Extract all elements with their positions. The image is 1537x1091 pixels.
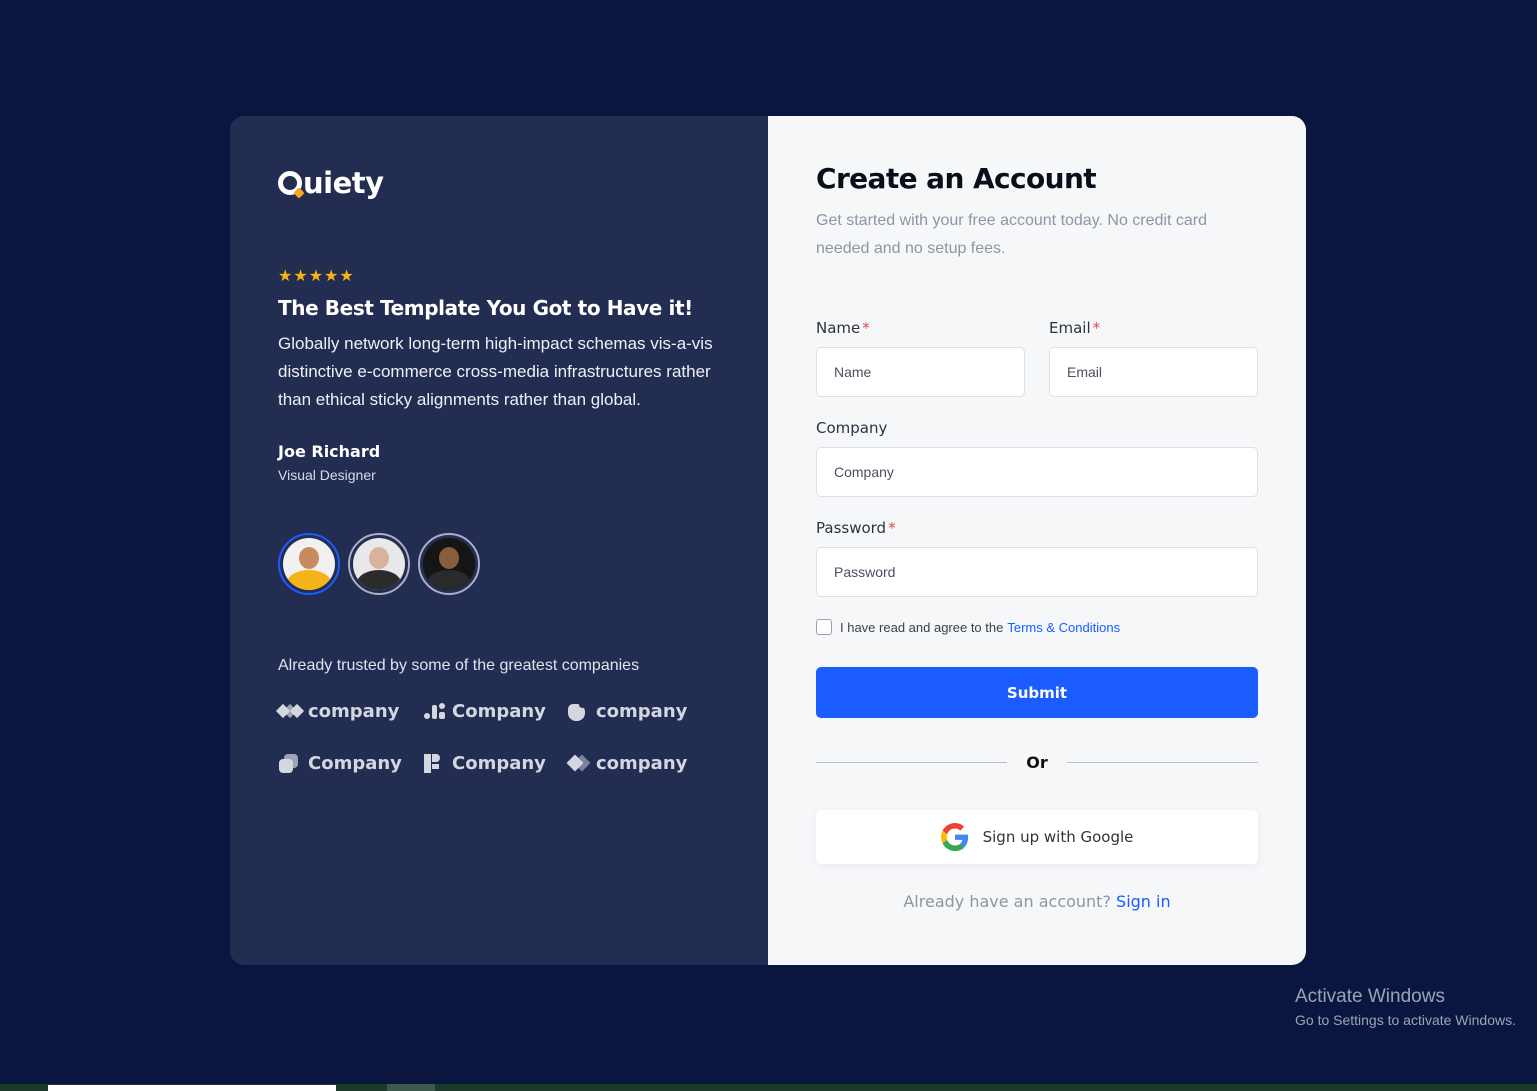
watermark-subtitle: Go to Settings to activate Windows. [1295,1012,1516,1028]
submit-button[interactable]: Submit [816,667,1258,718]
or-label: Or [1026,753,1048,772]
company-logo-1: company [275,699,422,723]
taskbar-item[interactable] [48,1085,336,1091]
brand-logo[interactable]: uiety [278,166,720,200]
testimonial-title: The Best Template You Got to Have it! [278,296,693,320]
google-button-label: Sign up with Google [982,828,1134,846]
avatar-1[interactable] [278,533,340,595]
testimonial-text: Globally network long-term high-impact s… [278,334,713,409]
brand-name: uiety [303,166,384,200]
password-input[interactable] [816,547,1258,597]
terms-row: I have read and agree to the Terms & Con… [816,619,1258,635]
company-label: Company [816,419,888,437]
dots-bars-icon [422,701,446,721]
rating-stars: ★★★★★ [278,268,355,285]
avatar-2[interactable] [348,533,410,595]
google-icon [940,823,968,851]
avatar-photo [423,538,475,590]
avatar-switcher [278,533,720,595]
company-name: company [596,700,688,722]
taskbar [0,1084,1537,1091]
company-logo-4: Company [278,751,422,775]
company-logo-6: company [566,751,696,775]
company-name: Company [452,700,546,722]
divider-line [1067,762,1258,763]
windows-watermark: Activate Windows Go to Settings to activ… [1295,986,1516,1028]
email-field-group: Email * [1049,319,1258,397]
or-divider: Or [816,753,1258,772]
email-input[interactable] [1049,347,1258,397]
signup-form-panel: Create an Account Get started with your … [768,116,1306,965]
email-label: Email * [1049,319,1101,337]
name-input[interactable] [816,347,1025,397]
stacked-square-icon [278,753,302,773]
terms-checkbox[interactable] [816,619,832,635]
form-title: Create an Account [816,162,1097,195]
diamond-link-icon [275,701,305,721]
name-label: Name * [816,319,870,337]
password-label: Password * [816,519,896,537]
testimonial-panel: uiety ★★★★★ The Best Template You Got to… [230,116,768,965]
company-input[interactable] [816,447,1258,497]
company-name: company [308,700,400,722]
company-logo-3: company [566,699,696,723]
company-logos: company Company company Company Company … [275,699,720,775]
company-name: Company [452,752,546,774]
agree-text: I have read and agree to the [840,619,1004,635]
have-account-text: Already have an account? [903,892,1111,911]
watermark-title: Activate Windows [1295,986,1445,1007]
author-role: Visual Designer [278,467,376,483]
company-logo-5: Company [422,751,566,775]
rounded-blob-icon [566,701,590,721]
name-field-group: Name * [816,319,1025,397]
name-email-row: Name* Email* [816,319,1258,397]
company-name: company [596,752,688,774]
block-f-icon [422,753,446,773]
avatar-photo [353,538,405,590]
company-field-group: Company [816,419,1258,497]
avatar-photo [283,538,335,590]
taskbar-item[interactable] [387,1084,435,1091]
terms-link[interactable]: Terms & Conditions [1007,620,1120,635]
divider-line [816,762,1007,763]
logo-icon [278,171,302,195]
signin-row: Already have an account? Sign in [816,892,1258,911]
signup-card: uiety ★★★★★ The Best Template You Got to… [230,116,1306,965]
arrow-diamond-icon [566,753,591,773]
trusted-text: Already trusted by some of the greatest … [278,657,640,674]
company-logo-2: Company [422,699,566,723]
company-name: Company [308,752,402,774]
avatar-3[interactable] [418,533,480,595]
google-signup-button[interactable]: Sign up with Google [816,810,1258,864]
password-field-group: Password * [816,519,1258,597]
form-subtitle: Get started with your free account today… [816,212,1207,257]
author-name: Joe Richard [278,442,381,461]
signin-link[interactable]: Sign in [1116,892,1171,911]
